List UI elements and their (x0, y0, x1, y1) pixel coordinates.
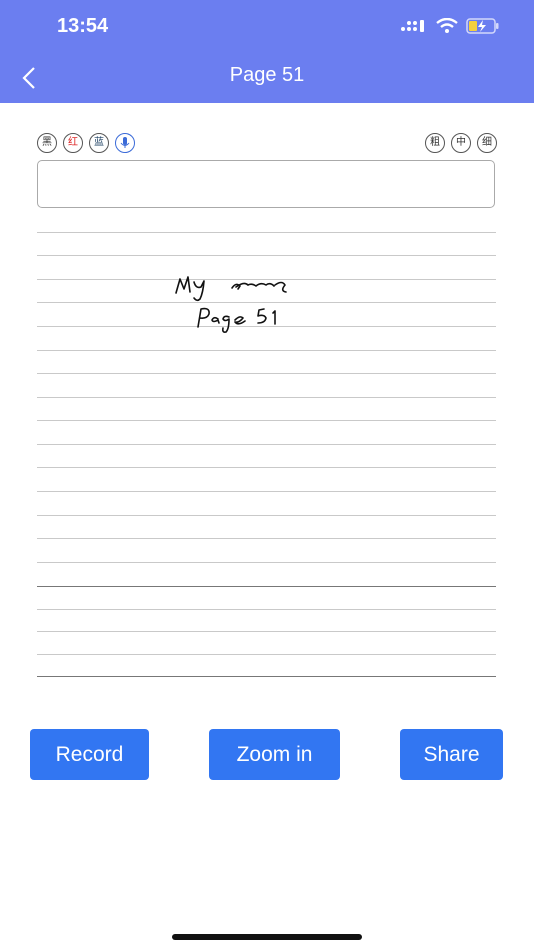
pen-width-thin[interactable]: 细 (477, 133, 497, 153)
wifi-icon (436, 17, 458, 39)
home-indicator (172, 934, 362, 940)
ruled-line (37, 538, 496, 539)
handwriting-strokes (175, 276, 287, 333)
ruled-line (37, 631, 496, 632)
page-title: Page 51 (229, 64, 305, 86)
ruled-line (37, 397, 496, 398)
ruled-line (37, 444, 496, 445)
microphone-icon (120, 137, 130, 148)
note-title-input[interactable] (37, 160, 495, 208)
microphone-button[interactable] (115, 133, 135, 153)
pen-color-black[interactable]: 黑 (37, 133, 57, 153)
ruled-line (37, 562, 496, 563)
ruled-line (37, 420, 496, 421)
pen-color-blue[interactable]: 蓝 (89, 133, 109, 153)
status-icons (400, 17, 500, 39)
ruled-line (37, 350, 496, 351)
ruled-line (37, 586, 496, 587)
ruled-line (37, 654, 496, 655)
ruled-line (37, 515, 496, 516)
ruled-line (37, 491, 496, 492)
ruled-line (37, 255, 496, 256)
ruled-line (37, 467, 496, 468)
record-button[interactable]: Record (30, 729, 149, 780)
pen-color-options: 黑 红 蓝 (37, 133, 135, 153)
ruled-line (37, 232, 496, 233)
share-button[interactable]: Share (400, 729, 503, 780)
battery-charging-icon (466, 18, 500, 39)
pen-width-thick[interactable]: 粗 (425, 133, 445, 153)
pen-width-medium[interactable]: 中 (451, 133, 471, 153)
ruled-line (37, 609, 496, 610)
header: 13:54 Page 51 (0, 0, 534, 103)
cellular-signal-icon (400, 18, 428, 39)
ruled-line (37, 676, 496, 677)
pen-color-red[interactable]: 红 (63, 133, 83, 153)
status-time: 13:54 (57, 15, 109, 37)
ruled-line (37, 373, 496, 374)
zoom-in-button[interactable]: Zoom in (209, 729, 340, 780)
pen-width-options: 粗 中 细 (425, 133, 497, 153)
